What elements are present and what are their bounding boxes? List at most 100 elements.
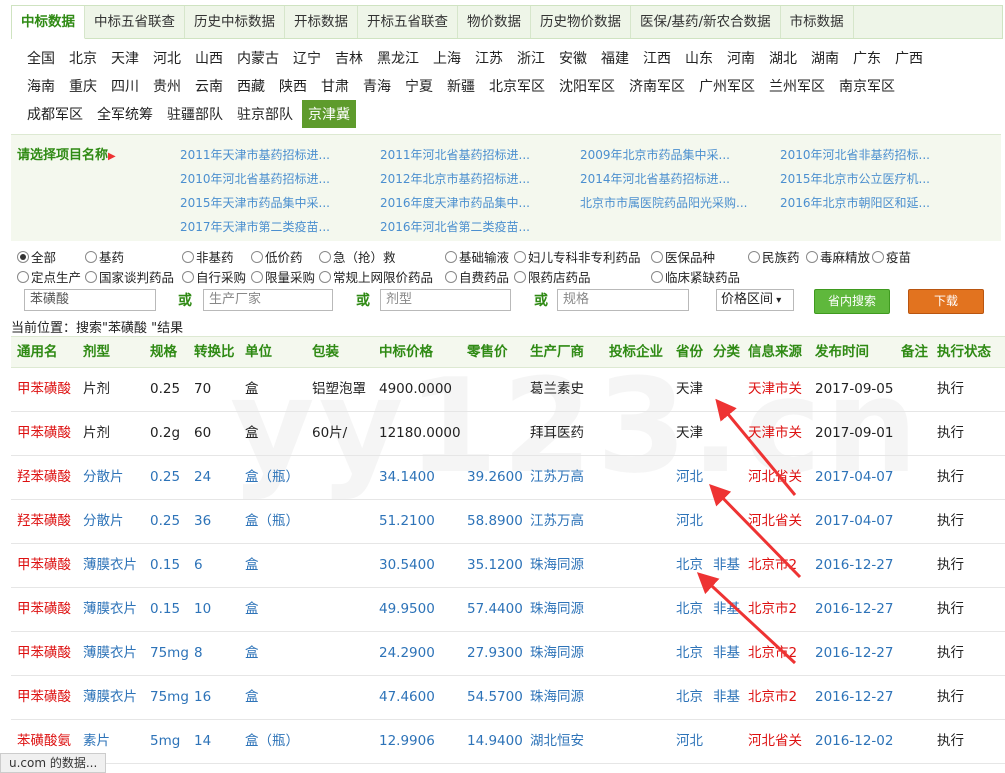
radio-icon[interactable] (17, 270, 29, 283)
column-header[interactable]: 生产厂商 (530, 337, 584, 367)
region-item[interactable]: 辽宁 (288, 46, 326, 70)
region-item[interactable]: 济南军区 (624, 74, 690, 98)
tab-0[interactable]: 中标数据 (12, 6, 85, 39)
region-item[interactable]: 沈阳军区 (554, 74, 620, 98)
region-item[interactable]: 驻疆部队 (162, 102, 228, 126)
filter-option[interactable]: 非基药 (182, 247, 234, 266)
region-item[interactable]: 福建 (596, 46, 634, 70)
region-item[interactable]: 四川 (106, 74, 144, 98)
project-link[interactable]: 2016年河北省第二类疫苗... (380, 218, 530, 235)
filter-option[interactable]: 民族药 (748, 247, 800, 266)
radio-icon[interactable] (514, 250, 526, 263)
region-item[interactable]: 河北 (148, 46, 186, 70)
spec-input[interactable]: 规格 (557, 289, 689, 311)
column-header[interactable]: 包装 (312, 337, 339, 367)
download-button[interactable]: 下载 (908, 289, 984, 314)
filter-option[interactable]: 妇儿专科非专利药品 (514, 247, 641, 266)
radio-icon[interactable] (445, 250, 457, 263)
tab-2[interactable]: 历史中标数据 (185, 6, 285, 38)
region-item[interactable]: 江西 (638, 46, 676, 70)
filter-option[interactable]: 限量采购 (251, 267, 315, 286)
column-header[interactable]: 执行状态 (937, 337, 991, 367)
region-item[interactable]: 南京军区 (834, 74, 900, 98)
filter-option[interactable]: 自行采购 (182, 267, 246, 286)
project-link[interactable]: 2014年河北省基药招标进... (580, 170, 730, 187)
region-item[interactable]: 上海 (428, 46, 466, 70)
region-item[interactable]: 北京 (64, 46, 102, 70)
project-link[interactable]: 北京市市属医院药品阳光采购... (580, 194, 747, 211)
region-item[interactable]: 山西 (190, 46, 228, 70)
region-item[interactable]: 天津 (106, 46, 144, 70)
table-row[interactable]: 甲苯磺酸 薄膜衣片 0.15 10 盒 49.9500 57.4400 珠海同源 北京 非基 北京市… (11, 588, 1005, 632)
region-item[interactable]: 黑龙江 (372, 46, 424, 70)
region-item[interactable]: 驻京部队 (232, 102, 298, 126)
project-link[interactable]: 2009年北京市药品集中采... (580, 146, 730, 163)
filter-option[interactable]: 全部 (17, 247, 56, 266)
filter-option[interactable]: 基药 (85, 247, 124, 266)
filter-option[interactable]: 定点生产 (17, 267, 81, 286)
column-header[interactable]: 备注 (901, 337, 928, 367)
search-button[interactable]: 省内搜索 (814, 289, 890, 314)
table-row[interactable]: 甲苯磺酸 片剂 0.2g 60 盒 60片/12180.0000 拜耳医药 天津 天津市关 201… (11, 412, 1005, 456)
column-header[interactable]: 转换比 (194, 337, 235, 367)
project-link[interactable]: 2017年天津市第二类疫苗... (180, 218, 330, 235)
region-item[interactable]: 陕西 (274, 74, 312, 98)
radio-icon[interactable] (85, 270, 97, 283)
region-item[interactable]: 湖南 (806, 46, 844, 70)
project-link[interactable]: 2011年天津市基药招标进... (180, 146, 330, 163)
column-header[interactable]: 零售价 (467, 337, 508, 367)
region-item[interactable]: 海南 (22, 74, 60, 98)
tab-8[interactable]: 市标数据 (781, 6, 854, 38)
region-item[interactable]: 内蒙古 (232, 46, 284, 70)
region-item[interactable]: 江苏 (470, 46, 508, 70)
column-header[interactable]: 省份 (676, 337, 703, 367)
region-item[interactable]: 山东 (680, 46, 718, 70)
region-item[interactable]: 宁夏 (400, 74, 438, 98)
filter-option[interactable]: 国家谈判药品 (85, 267, 174, 286)
column-header[interactable]: 通用名 (17, 337, 58, 367)
tab-1[interactable]: 中标五省联查 (85, 6, 185, 38)
radio-icon[interactable] (319, 270, 331, 283)
project-link[interactable]: 2015年天津市药品集中采... (180, 194, 330, 211)
table-row[interactable]: 甲苯磺酸 薄膜衣片 75mg 8 盒 24.2900 27.9300 珠海同源 北京 非基 北京市2… (11, 632, 1005, 676)
radio-icon[interactable] (182, 250, 194, 263)
filter-option[interactable]: 医保品种 (651, 247, 715, 266)
table-row[interactable]: 苯磺酸氨 素片 5mg 14 盒（瓶） 12.9906 14.9400 湖北恒安 河北 河北省关 2… (11, 720, 1005, 764)
filter-option[interactable]: 临床紧缺药品 (651, 267, 740, 286)
region-item[interactable]: 广州军区 (694, 74, 760, 98)
region-item[interactable]: 全国 (22, 46, 60, 70)
region-item[interactable]: 云南 (190, 74, 228, 98)
project-link[interactable]: 2010年河北省基药招标进... (180, 170, 330, 187)
filter-option[interactable]: 低价药 (251, 247, 303, 266)
project-link[interactable]: 2015年北京市公立医疗机... (780, 170, 930, 187)
radio-icon[interactable] (319, 250, 331, 263)
column-header[interactable]: 剂型 (83, 337, 110, 367)
region-item[interactable]: 浙江 (512, 46, 550, 70)
region-item[interactable]: 京津冀 (302, 100, 356, 128)
form-input[interactable]: 剂型 (380, 289, 511, 311)
manufacturer-input[interactable]: 生产厂家 (203, 289, 333, 311)
table-row[interactable]: 羟苯磺酸 分散片 0.25 24 盒（瓶） 34.1400 39.2600 江苏万高 河北 河北省… (11, 456, 1005, 500)
region-item[interactable]: 成都军区 (22, 102, 88, 126)
region-item[interactable]: 湖北 (764, 46, 802, 70)
radio-icon[interactable] (251, 270, 263, 283)
radio-icon[interactable] (251, 250, 263, 263)
region-item[interactable]: 兰州军区 (764, 74, 830, 98)
region-item[interactable]: 广东 (848, 46, 886, 70)
table-row[interactable]: 甲苯磺酸 薄膜衣片 75mg 16 盒 47.4600 54.5700 珠海同源 北京 非基 北京市… (11, 676, 1005, 720)
tab-6[interactable]: 历史物价数据 (531, 6, 631, 38)
radio-icon[interactable] (651, 250, 663, 263)
region-item[interactable]: 广西 (890, 46, 928, 70)
tab-7[interactable]: 医保/基药/新农合数据 (631, 6, 781, 38)
region-item[interactable]: 新疆 (442, 74, 480, 98)
project-link[interactable]: 2016年度天津市药品集中... (380, 194, 530, 211)
column-header[interactable]: 信息来源 (748, 337, 802, 367)
table-row[interactable]: 甲苯磺酸 片剂 0.25 70 盒 铝塑泡罩 4900.0000 葛兰素史 天津 天津市关 2017… (11, 368, 1005, 412)
column-header[interactable]: 分类 (713, 337, 740, 367)
region-item[interactable]: 全军统筹 (92, 102, 158, 126)
radio-icon[interactable] (182, 270, 194, 283)
filter-option[interactable]: 限药店药品 (514, 267, 591, 286)
region-item[interactable]: 西藏 (232, 74, 270, 98)
region-item[interactable]: 贵州 (148, 74, 186, 98)
radio-icon[interactable] (748, 250, 760, 263)
